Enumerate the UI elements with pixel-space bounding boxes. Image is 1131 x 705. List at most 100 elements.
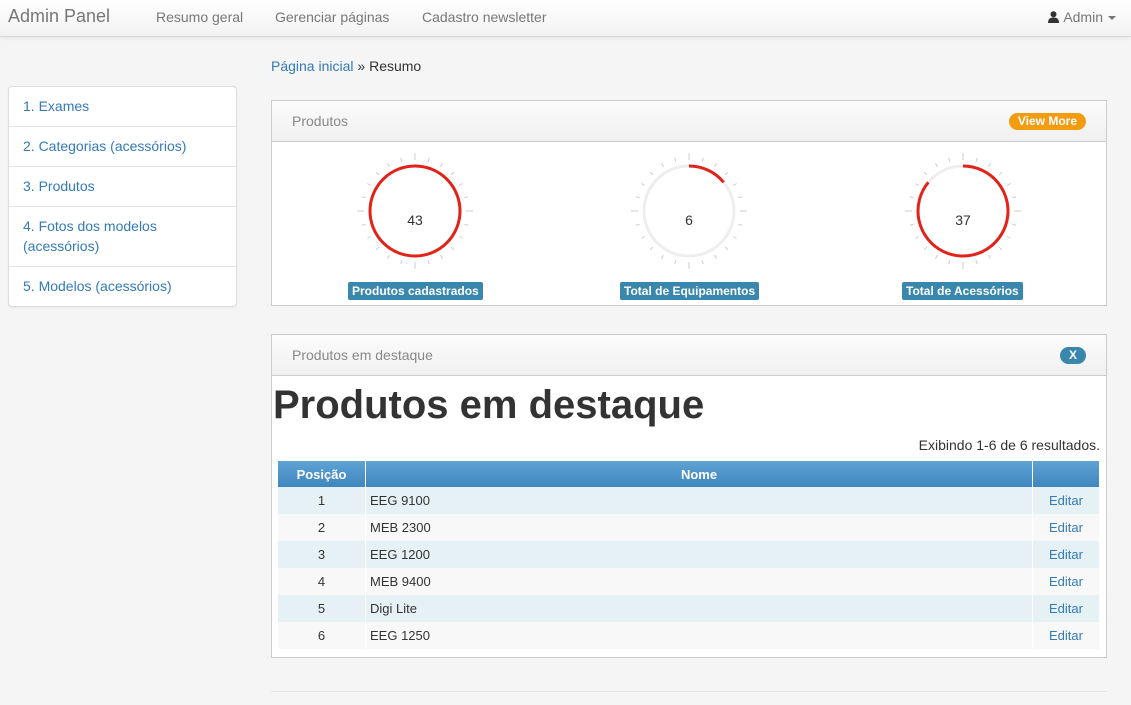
gauge-tick <box>935 163 938 168</box>
gauge-value-arc <box>368 164 462 258</box>
gauge-tick <box>464 196 469 199</box>
user-icon <box>1048 11 1060 23</box>
cell-position: 3 <box>278 541 366 568</box>
table-row: 4 MEB 9400 Editar <box>278 568 1100 595</box>
nav-link-gerenciar-paginas[interactable]: Gerenciar páginas <box>275 9 389 25</box>
sidebar-item-modelos[interactable]: 5. Modelos (acessórios) <box>9 266 236 306</box>
gauge-label: Produtos cadastrados <box>348 282 483 300</box>
page-heading: Produtos em destaque <box>273 383 705 427</box>
gauge-tick <box>1012 196 1017 199</box>
gauge-tick <box>649 171 654 176</box>
gauge-tick <box>440 163 443 168</box>
gauge-tick <box>427 260 430 265</box>
gauge-dial <box>631 153 747 269</box>
gauge-tick <box>387 163 390 168</box>
brand-link[interactable]: Admin Panel <box>8 6 110 27</box>
cell-name: EEG 1200 <box>365 541 1033 568</box>
gauge-tick <box>661 254 664 259</box>
gauge-dial <box>905 153 1021 269</box>
sidebar-item-fotos-modelos[interactable]: 4. Fotos dos modelos (acessórios) <box>9 206 236 266</box>
gauge-produtos-cadastrados: 43 Produtos cadastrados <box>348 151 495 301</box>
edit-link[interactable]: Editar <box>1049 493 1083 508</box>
destaque-panel: Produtos em destaque X Produtos em desta… <box>271 334 1107 658</box>
gauge-tick <box>701 157 704 162</box>
edit-link[interactable]: Editar <box>1049 601 1083 616</box>
cell-position: 5 <box>278 595 366 622</box>
sidebar-item-categorias[interactable]: 2. Categorias (acessórios) <box>9 126 236 166</box>
edit-link[interactable]: Editar <box>1049 520 1083 535</box>
gauge-tick <box>400 157 403 162</box>
view-more-button[interactable]: View More <box>1008 113 1086 130</box>
gauge-tick <box>427 157 430 162</box>
gauge-total-acessorios: 37 Total de Acessórios <box>902 151 1043 301</box>
nav-link-cadastro-newsletter[interactable]: Cadastro newsletter <box>422 9 547 25</box>
gauge-tick <box>375 171 380 176</box>
gauge-value: 43 <box>407 212 423 228</box>
user-menu-dropdown[interactable]: Admin <box>1048 9 1116 25</box>
sidebar-item-produtos[interactable]: 3. Produtos <box>9 166 236 206</box>
gauge-tick <box>923 246 928 251</box>
gauge-tick <box>923 171 928 176</box>
close-button[interactable]: X <box>1060 347 1086 364</box>
gauge-tick <box>387 254 390 259</box>
sidebar-item-exames[interactable]: 1. Exames <box>9 87 236 126</box>
cell-position: 6 <box>278 622 366 649</box>
gauge-dial <box>357 153 473 269</box>
gauge-tick <box>1006 183 1011 186</box>
gauge-total-equipamentos: 6 Total de Equipamentos <box>620 151 769 301</box>
user-name: Admin <box>1063 9 1103 25</box>
breadcrumb-current: Resumo <box>369 58 422 74</box>
table-row: 5 Digi Lite Editar <box>278 595 1100 622</box>
gauge-tick <box>641 236 646 239</box>
breadcrumb-home-link[interactable]: Página inicial <box>271 58 354 74</box>
gauge-tick <box>948 260 951 265</box>
destaque-panel-heading: Produtos em destaque X <box>272 335 1106 376</box>
edit-link[interactable]: Editar <box>1049 574 1083 589</box>
gauge-tick <box>732 183 737 186</box>
gauge-tick <box>400 260 403 265</box>
edit-link[interactable]: Editar <box>1049 547 1083 562</box>
gauge-tick <box>724 171 729 176</box>
gauge-tick <box>935 254 938 259</box>
gauge-tick <box>440 254 443 259</box>
gauge-tick <box>975 260 978 265</box>
table-row: 6 EEG 1250 Editar <box>278 622 1100 649</box>
column-header-actions <box>1032 461 1100 487</box>
cell-position: 2 <box>278 514 366 541</box>
gauge-tick <box>674 260 677 265</box>
cell-name: Digi Lite <box>365 595 1033 622</box>
gauge-tick <box>375 246 380 251</box>
cell-name: MEB 2300 <box>365 514 1033 541</box>
gauge-tick <box>988 254 991 259</box>
produtos-panel-heading: Produtos View More <box>272 101 1106 142</box>
panel-title: Produtos em destaque <box>292 347 433 363</box>
top-navbar: Admin Panel Resumo geral Gerenciar págin… <box>0 0 1131 37</box>
footer-divider <box>271 691 1107 692</box>
table-row: 1 EEG 9100 Editar <box>278 487 1100 514</box>
cell-name: EEG 9100 <box>365 487 1033 514</box>
table-row: 2 MEB 2300 Editar <box>278 514 1100 541</box>
gauge-tick <box>975 157 978 162</box>
nav-link-resumo-geral[interactable]: Resumo geral <box>156 9 243 25</box>
gauge-tick <box>367 183 372 186</box>
breadcrumb: Página inicial » Resumo <box>271 58 421 74</box>
gauge-tick <box>661 163 664 168</box>
cell-position: 4 <box>278 568 366 595</box>
gauge-tick <box>909 196 914 199</box>
gauge-tick <box>948 157 951 162</box>
column-header-nome[interactable]: Nome <box>365 461 1033 487</box>
gauge-tick <box>361 196 366 199</box>
chevron-down-icon <box>1108 16 1116 21</box>
column-header-posicao[interactable]: Posição <box>278 461 366 487</box>
gauge-tick <box>450 171 455 176</box>
gauge-tick <box>714 163 717 168</box>
gauge-value: 6 <box>685 212 693 228</box>
gauge-tick <box>988 163 991 168</box>
gauge-label: Total de Acessórios <box>902 282 1023 300</box>
edit-link[interactable]: Editar <box>1049 628 1083 643</box>
cell-name: EEG 1250 <box>365 622 1033 649</box>
gauge-tick <box>450 246 455 251</box>
gauge-tick <box>1006 236 1011 239</box>
gauge-tick <box>998 171 1003 176</box>
cell-position: 1 <box>278 487 366 514</box>
